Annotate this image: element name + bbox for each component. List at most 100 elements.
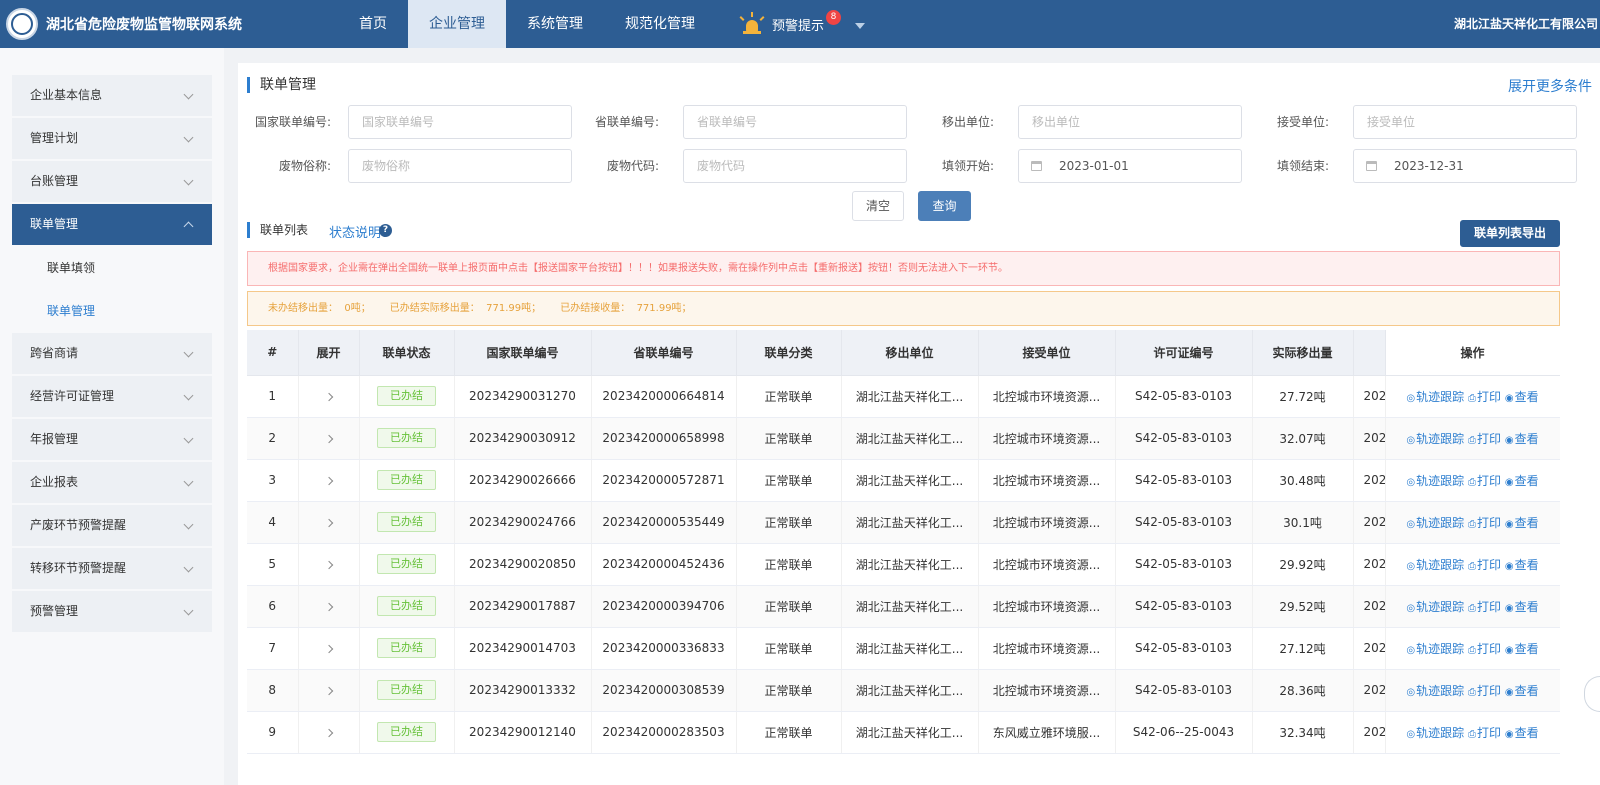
- expand-cell: [298, 711, 360, 754]
- chevron-right-icon[interactable]: [324, 686, 333, 696]
- print-action[interactable]: ⎙打印: [1468, 474, 1501, 488]
- sidebar-item-label: 台账管理: [30, 174, 79, 188]
- sidebar-item-production-warning[interactable]: 产废环节预警提醒: [12, 505, 212, 546]
- waste-code-input[interactable]: 废物代码: [683, 149, 907, 183]
- view-action[interactable]: ◉查看: [1505, 432, 1539, 446]
- status-legend-link[interactable]: 状态说明: [329, 222, 381, 241]
- notice-summary-banner: 未办结移出量： 0吨； 已办结实际移出量： 771.99吨； 已办结接收量： 7…: [247, 291, 1560, 326]
- province-no-input[interactable]: 省联单编号: [683, 105, 907, 139]
- from-unit-cell: 湖北江盐天祥化工...: [841, 501, 979, 544]
- print-action[interactable]: ⎙打印: [1468, 432, 1501, 446]
- sidebar-item-basic-info[interactable]: 企业基本信息: [12, 75, 212, 116]
- view-action[interactable]: ◉查看: [1505, 558, 1539, 572]
- chevron-right-icon[interactable]: [324, 728, 333, 738]
- sidebar-subitem-manifest-manage[interactable]: 联单管理: [12, 290, 212, 333]
- track-action[interactable]: ◎轨迹跟踪: [1406, 600, 1464, 614]
- print-action[interactable]: ⎙打印: [1468, 726, 1501, 740]
- sidebar-item-license[interactable]: 经营许可证管理: [12, 376, 212, 417]
- amount-cell: 27.72吨: [1252, 375, 1354, 418]
- export-list-button[interactable]: 联单列表导出: [1460, 220, 1560, 247]
- chevron-down-icon: [183, 519, 194, 530]
- category-cell: 正常联单: [736, 711, 842, 754]
- action-label: 查看: [1514, 515, 1539, 530]
- sidebar-item-annual-report[interactable]: 年报管理: [12, 419, 212, 460]
- expand-cell: [298, 543, 360, 586]
- chevron-right-icon[interactable]: [324, 644, 333, 654]
- chevron-down-icon: [183, 175, 194, 186]
- print-action[interactable]: ⎙打印: [1468, 516, 1501, 530]
- chevron-down-icon[interactable]: [855, 23, 866, 29]
- view-action[interactable]: ◉查看: [1505, 684, 1539, 698]
- national-no-input[interactable]: 国家联单编号: [348, 105, 572, 139]
- column-header: 联单分类: [736, 330, 842, 376]
- view-action[interactable]: ◉查看: [1505, 390, 1539, 404]
- location-pin-icon: ◎: [1406, 434, 1416, 446]
- query-button[interactable]: 查询: [918, 191, 971, 221]
- date-cell: 2023: [1353, 375, 1386, 418]
- view-action[interactable]: ◉查看: [1505, 726, 1539, 740]
- sidebar-item-warning-manage[interactable]: 预警管理: [12, 591, 212, 632]
- track-action[interactable]: ◎轨迹跟踪: [1406, 726, 1464, 740]
- eye-icon: ◉: [1504, 434, 1514, 446]
- waste-name-input[interactable]: 废物俗称: [348, 149, 572, 183]
- track-action[interactable]: ◎轨迹跟踪: [1406, 684, 1464, 698]
- sidebar-item-enterprise-report[interactable]: 企业报表: [12, 462, 212, 503]
- chevron-up-icon: [183, 221, 194, 232]
- nav-home[interactable]: 首页: [338, 0, 408, 48]
- track-action[interactable]: ◎轨迹跟踪: [1406, 516, 1464, 530]
- province-no-cell: 2023420000336833: [591, 627, 737, 670]
- notice-error-banner: 根据国家要求，企业需在弹出全国统一联单上报页面中点击【报送国家平台按钮】！！！如…: [247, 251, 1560, 286]
- column-header: #: [247, 330, 299, 376]
- status-badge: 已办结: [377, 470, 436, 490]
- nav-standard[interactable]: 规范化管理: [604, 0, 716, 48]
- sidebar-subitem-manifest-fill[interactable]: 联单填领: [12, 247, 212, 290]
- print-action[interactable]: ⎙打印: [1468, 558, 1501, 572]
- sidebar-item-manifest[interactable]: 联单管理: [12, 204, 212, 245]
- view-action[interactable]: ◉查看: [1505, 516, 1539, 530]
- nav-enterprise[interactable]: 企业管理: [408, 0, 506, 48]
- printer-icon: ⎙: [1467, 644, 1476, 656]
- printer-icon: ⎙: [1467, 728, 1476, 740]
- track-action[interactable]: ◎轨迹跟踪: [1406, 642, 1464, 656]
- start-date-input[interactable]: 2023-01-01: [1018, 149, 1242, 183]
- sidebar-item-plan[interactable]: 管理计划: [12, 118, 212, 159]
- end-date-input[interactable]: 2023-12-31: [1353, 149, 1577, 183]
- expand-more-conditions-link[interactable]: 展开更多条件: [1508, 76, 1592, 96]
- from-unit-cell: 湖北江盐天祥化工...: [841, 669, 979, 712]
- idx-cell: 8: [247, 669, 299, 712]
- expand-cell: [298, 585, 360, 628]
- status-badge: 已办结: [377, 512, 436, 532]
- chevron-right-icon[interactable]: [324, 518, 333, 528]
- view-action[interactable]: ◉查看: [1505, 642, 1539, 656]
- sidebar-item-ledger[interactable]: 台账管理: [12, 161, 212, 202]
- nav-system[interactable]: 系统管理: [506, 0, 604, 48]
- location-pin-icon: ◎: [1406, 728, 1416, 740]
- sidebar-item-transfer-warning[interactable]: 转移环节预警提醒: [12, 548, 212, 589]
- alarm-icon: [738, 12, 766, 36]
- track-action[interactable]: ◎轨迹跟踪: [1406, 432, 1464, 446]
- print-action[interactable]: ⎙打印: [1468, 684, 1501, 698]
- chevron-right-icon[interactable]: [324, 560, 333, 570]
- view-action[interactable]: ◉查看: [1505, 600, 1539, 614]
- track-action[interactable]: ◎轨迹跟踪: [1406, 390, 1464, 404]
- print-action[interactable]: ⎙打印: [1468, 600, 1501, 614]
- chevron-right-icon[interactable]: [324, 602, 333, 612]
- chevron-right-icon[interactable]: [324, 392, 333, 402]
- help-icon[interactable]: ?: [379, 224, 392, 237]
- chevron-right-icon[interactable]: [324, 476, 333, 486]
- track-action[interactable]: ◎轨迹跟踪: [1406, 474, 1464, 488]
- view-action[interactable]: ◉查看: [1505, 474, 1539, 488]
- sidebar-item-cross-province[interactable]: 跨省商请: [12, 333, 212, 374]
- national-no-cell: 20234290012140: [454, 711, 592, 754]
- to-unit-input[interactable]: 接受单位: [1353, 105, 1577, 139]
- print-action[interactable]: ⎙打印: [1468, 642, 1501, 656]
- print-action[interactable]: ⎙打印: [1468, 390, 1501, 404]
- alert-menu[interactable]: 预警提示 8: [738, 0, 866, 48]
- idx-cell: 7: [247, 627, 299, 670]
- from-unit-input[interactable]: 移出单位: [1018, 105, 1242, 139]
- chevron-right-icon[interactable]: [324, 434, 333, 444]
- clear-button[interactable]: 清空: [852, 191, 904, 221]
- status-badge: 已办结: [377, 638, 436, 658]
- eye-icon: ◉: [1504, 392, 1514, 404]
- track-action[interactable]: ◎轨迹跟踪: [1406, 558, 1464, 572]
